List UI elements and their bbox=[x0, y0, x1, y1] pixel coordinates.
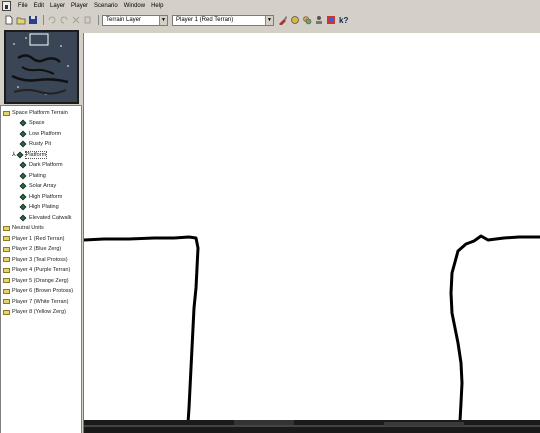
units-tool-icon[interactable] bbox=[290, 15, 300, 25]
tree-folder-label: Player 3 (Teal Protoss) bbox=[12, 256, 68, 263]
tree-folder[interactable]: Player 8 (Yellow Zerg) bbox=[3, 307, 66, 317]
tree-item-label: Plating bbox=[29, 172, 46, 179]
folder-icon bbox=[3, 257, 10, 262]
tree-folder[interactable]: Player 4 (Purple Terran) bbox=[3, 265, 70, 275]
tree-item-label: Platform bbox=[24, 150, 48, 159]
tree-folder-label: Player 2 (Blue Zerg) bbox=[12, 246, 62, 252]
folder-icon bbox=[3, 225, 10, 231]
terrain-tile-icon bbox=[19, 140, 27, 148]
left-panel: Space Platform Terrain Space Low Platfor… bbox=[0, 28, 82, 433]
chevron-down-icon[interactable]: ▼ bbox=[159, 15, 167, 25]
terrain-tile-icon bbox=[16, 151, 24, 158]
tree-item[interactable]: High Platform bbox=[19, 192, 63, 202]
tree-item-label: Solar Array bbox=[29, 183, 57, 189]
terrain-tile-icon bbox=[19, 203, 27, 211]
menu-help[interactable]: Help bbox=[148, 0, 166, 12]
toolbar-separator bbox=[43, 15, 44, 25]
folder-icon bbox=[3, 278, 10, 283]
triggers-tool-icon[interactable] bbox=[326, 15, 336, 25]
tree-folder[interactable]: Player 7 (White Terran) bbox=[3, 297, 68, 307]
terrain-tile-icon bbox=[19, 214, 27, 221]
tree-item-label: Space bbox=[29, 120, 45, 126]
tree-item[interactable]: Elevated Catwalk bbox=[19, 213, 72, 223]
tree-item[interactable]: Solar Array bbox=[19, 181, 57, 191]
folder-icon bbox=[3, 246, 10, 252]
menu-scenario[interactable]: Scenario bbox=[91, 0, 121, 12]
terrain-tree: Space Platform Terrain Space Low Platfor… bbox=[0, 105, 82, 433]
svg-text:k?: k? bbox=[339, 16, 348, 25]
tree-item-label: High Plating bbox=[29, 204, 59, 210]
folder-icon bbox=[3, 236, 10, 241]
folder-icon bbox=[3, 299, 10, 304]
new-file-icon[interactable] bbox=[4, 15, 14, 25]
tree-folder[interactable]: Player 3 (Teal Protoss) bbox=[3, 255, 68, 265]
map-canvas[interactable] bbox=[83, 33, 540, 433]
menu-layer[interactable]: Layer bbox=[47, 0, 68, 12]
tree-item-label: Dark Platform bbox=[29, 162, 63, 168]
tree-folder-label: Neutral Units bbox=[12, 225, 44, 231]
terrain-strip bbox=[84, 420, 540, 433]
minimap[interactable] bbox=[4, 30, 79, 104]
tree-item-label: Rusty Pit bbox=[29, 141, 52, 147]
tree-item-selected[interactable]: ⅄ Platform bbox=[12, 150, 48, 160]
chevron-down-icon[interactable]: ▼ bbox=[265, 15, 273, 25]
undo-icon[interactable] bbox=[47, 15, 57, 25]
open-folder-icon[interactable] bbox=[16, 15, 26, 25]
layer-select[interactable]: Terrain Layer ▼ bbox=[102, 14, 168, 26]
cut-icon[interactable] bbox=[71, 15, 81, 25]
menu-file[interactable]: File bbox=[15, 0, 31, 12]
folder-icon bbox=[3, 267, 10, 273]
copy-icon[interactable] bbox=[83, 15, 93, 25]
tree-item-label: Low Platform bbox=[29, 130, 62, 137]
menu-player[interactable]: Player bbox=[68, 0, 91, 12]
folder-open-icon bbox=[3, 110, 10, 116]
tree-folder[interactable]: Player 2 (Blue Zerg) bbox=[3, 244, 61, 254]
terrain-tile-icon bbox=[19, 182, 27, 190]
players-tool-icon[interactable] bbox=[314, 15, 324, 25]
menu-bar: File Edit Layer Player Scenario Window H… bbox=[0, 0, 540, 12]
terrain-tile-icon bbox=[19, 172, 27, 179]
sprites-tool-icon[interactable] bbox=[302, 15, 312, 25]
folder-icon bbox=[3, 309, 10, 315]
brush-tool-icon[interactable] bbox=[278, 15, 288, 26]
tree-folder[interactable]: Neutral Units bbox=[3, 223, 44, 233]
tree-folder[interactable]: Player 5 (Orange Zerg) bbox=[3, 276, 69, 286]
layer-select-value: Terrain Layer bbox=[106, 17, 142, 23]
menu-edit[interactable]: Edit bbox=[31, 0, 47, 12]
help-icon[interactable]: k? bbox=[338, 15, 348, 25]
tree-item[interactable]: Dark Platform bbox=[19, 160, 63, 170]
terrain-tile-icon bbox=[19, 161, 27, 169]
tree-folder-label: Player 5 (Orange Zerg) bbox=[12, 277, 69, 284]
terrain-outline bbox=[84, 234, 540, 424]
player-select-value: Player 1 (Red Terran) bbox=[176, 17, 234, 23]
tree-item[interactable]: Plating bbox=[19, 171, 46, 181]
tree-folder-label: Player 7 (White Terran) bbox=[12, 298, 69, 305]
terrain-tile-icon bbox=[19, 130, 27, 137]
tree-item[interactable]: Low Platform bbox=[19, 129, 62, 139]
tree-folder-label: Player 6 (Brown Protoss) bbox=[12, 288, 74, 294]
tree-item[interactable]: Rusty Pit bbox=[19, 139, 52, 149]
menu-window[interactable]: Window bbox=[121, 0, 148, 12]
player-select[interactable]: Player 1 (Red Terran) ▼ bbox=[172, 14, 274, 26]
toolbar-separator bbox=[98, 15, 99, 25]
redo-icon[interactable] bbox=[59, 15, 69, 25]
tree-item[interactable]: High Plating bbox=[19, 202, 59, 212]
tree-folder-label: Player 4 (Purple Terran) bbox=[12, 267, 71, 273]
tree-folder[interactable]: Player 1 (Red Terran) bbox=[3, 234, 64, 244]
tree-folder-label: Player 1 (Red Terran) bbox=[12, 235, 65, 242]
terrain-tile-icon bbox=[19, 119, 27, 127]
tree-folder-label: Player 8 (Yellow Zerg) bbox=[12, 309, 66, 315]
tree-item-label: High Platform bbox=[29, 193, 63, 200]
toolbar: Terrain Layer ▼ Player 1 (Red Terran) ▼ … bbox=[0, 13, 540, 27]
tree-folder[interactable]: Player 6 (Brown Protoss) bbox=[3, 286, 73, 296]
tree-root[interactable]: Space Platform Terrain bbox=[3, 108, 68, 118]
tree-item-label: Elevated Catwalk bbox=[29, 214, 72, 221]
folder-icon bbox=[3, 288, 10, 294]
tree-root-label: Space Platform Terrain bbox=[12, 110, 68, 116]
tree-item[interactable]: Space bbox=[19, 118, 45, 128]
terrain-tile-icon bbox=[19, 193, 27, 200]
save-icon[interactable] bbox=[28, 15, 38, 25]
app-icon[interactable] bbox=[2, 1, 11, 11]
